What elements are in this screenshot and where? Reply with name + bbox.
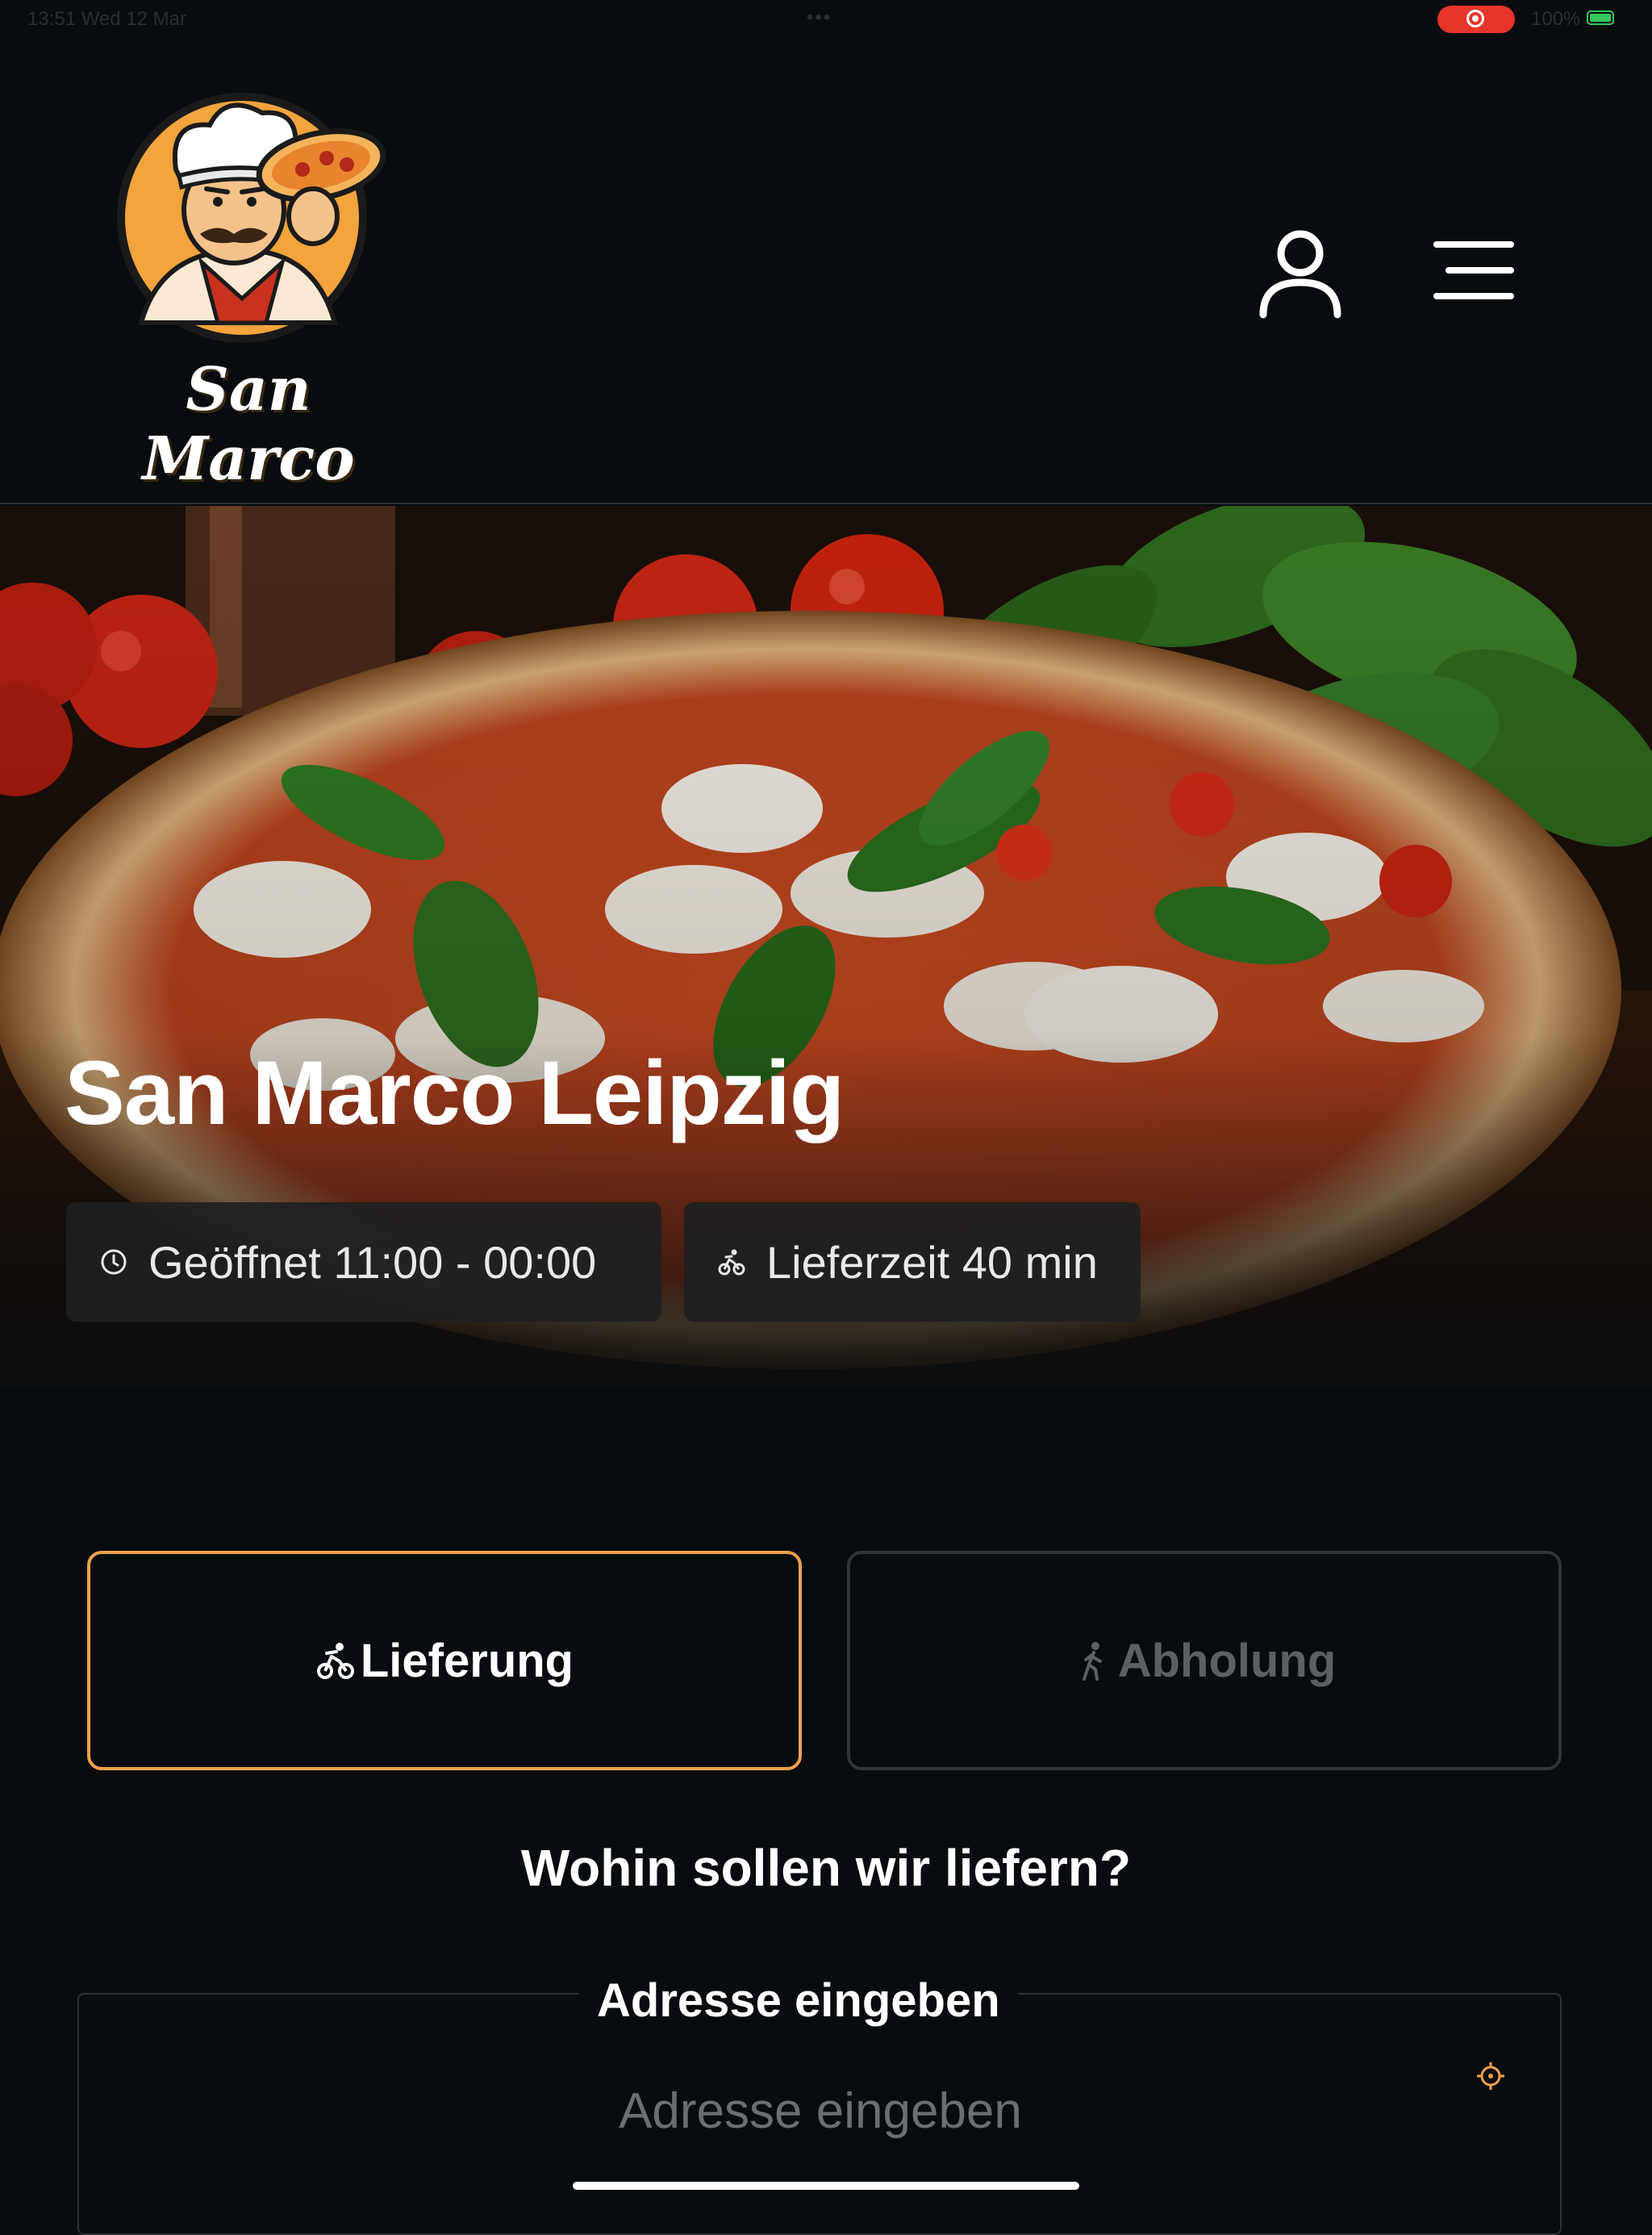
walking-person-icon — [1082, 1642, 1102, 1681]
screen-recording-indicator[interactable] — [1437, 6, 1515, 33]
delivery-bike-icon — [316, 1643, 354, 1679]
clock-icon — [101, 1249, 127, 1275]
restaurant-title: San Marco Leipzig — [65, 1042, 845, 1143]
brand-name: San Marco — [142, 355, 355, 494]
user-icon — [1259, 230, 1341, 319]
menu-button[interactable] — [1433, 238, 1515, 303]
status-time: 13:51 Wed 12 Mar — [27, 8, 187, 30]
crosshair-location-icon — [1477, 2062, 1504, 2090]
chef-mascot-icon — [117, 93, 386, 343]
home-indicator[interactable] — [573, 2182, 1079, 2190]
account-button[interactable] — [1255, 224, 1345, 321]
pickup-option-button[interactable]: Abholung — [847, 1551, 1562, 1770]
pickup-option-label: Abholung — [1117, 1634, 1337, 1687]
opening-hours-badge: Geöffnet 11:00 - 00:00 — [66, 1202, 661, 1322]
hamburger-menu-icon — [1433, 241, 1514, 299]
delivery-question: Wohin sollen wir liefern? — [520, 1839, 1132, 1897]
delivery-bike-icon — [718, 1249, 745, 1276]
battery-percent: 100% — [1531, 8, 1581, 30]
multitasking-dots[interactable]: ••• — [807, 6, 832, 29]
battery-icon — [1587, 10, 1614, 25]
address-legend: Adresse eingeben — [579, 1974, 1018, 2028]
record-icon — [1466, 10, 1484, 27]
locate-me-button[interactable] — [1476, 2062, 1505, 2091]
delivery-option-label: Lieferung — [360, 1634, 574, 1687]
address-input[interactable] — [97, 2066, 1544, 2156]
opening-hours-text: Geöffnet 11:00 - 00:00 — [148, 1236, 597, 1288]
delivery-time-text: Lieferzeit 40 min — [766, 1236, 1098, 1288]
status-bar: 13:51 Wed 12 Mar ••• 100% — [0, 0, 1652, 39]
delivery-time-badge: Lieferzeit 40 min — [684, 1202, 1141, 1322]
delivery-option-button[interactable]: Lieferung — [87, 1551, 802, 1770]
